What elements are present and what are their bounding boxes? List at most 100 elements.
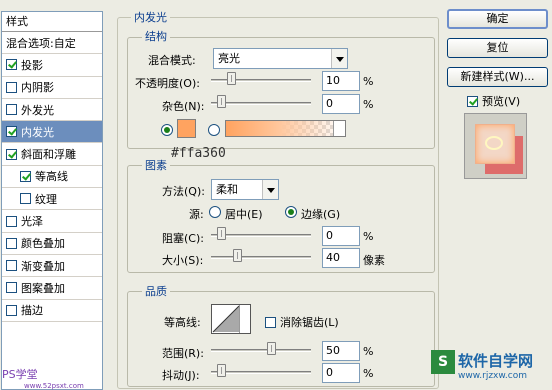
chevron-down-icon[interactable]	[239, 305, 250, 333]
style-item[interactable]: 投影	[2, 54, 102, 77]
style-item[interactable]: 外发光	[2, 99, 102, 122]
style-item-label: 渐变叠加	[21, 259, 65, 273]
choke-slider[interactable]	[211, 234, 311, 237]
style-item[interactable]: 图案叠加	[2, 277, 102, 300]
style-item-checkbox[interactable]	[6, 260, 17, 272]
choke-unit: %	[363, 230, 374, 243]
technique-value: 柔和	[216, 183, 238, 196]
choke-input[interactable]: 0	[322, 226, 360, 246]
style-item-label: 内阴影	[21, 81, 54, 95]
inner-glow-title: 内发光	[131, 9, 170, 25]
style-item[interactable]: 描边	[2, 300, 102, 322]
preview-toggle[interactable]: 预览(V)	[467, 93, 520, 109]
technique-select[interactable]: 柔和	[211, 179, 279, 200]
styles-header[interactable]: 样式	[2, 12, 102, 32]
style-item-label: 投影	[21, 58, 43, 72]
gradient-radio[interactable]	[208, 124, 220, 136]
style-item[interactable]: 内发光	[2, 121, 102, 144]
jitter-unit: %	[363, 367, 374, 380]
style-item[interactable]: 内阴影	[2, 77, 102, 99]
style-item[interactable]: 渐变叠加	[2, 255, 102, 278]
style-item-checkbox[interactable]	[6, 237, 17, 249]
style-item-checkbox[interactable]	[6, 282, 17, 294]
choke-slider-thumb[interactable]	[217, 227, 226, 240]
color-radio[interactable]	[161, 124, 173, 136]
style-item-checkbox[interactable]	[6, 215, 17, 227]
source-center-label[interactable]: 居中(E)	[225, 206, 263, 222]
reset-button[interactable]: 复位	[447, 38, 548, 58]
blend-mode-select[interactable]: 亮光	[213, 48, 348, 69]
style-item-label: 外发光	[21, 103, 54, 117]
anti-alias-check[interactable]	[265, 316, 276, 328]
range-slider-thumb[interactable]	[267, 342, 276, 355]
source-label: 源:	[189, 208, 204, 221]
anti-alias-checkbox[interactable]: 消除锯齿(L)	[265, 314, 339, 330]
style-item[interactable]: 光泽	[2, 210, 102, 233]
source-center-radio[interactable]	[209, 206, 221, 218]
color-swatch[interactable]	[177, 119, 196, 138]
opacity-slider[interactable]	[211, 79, 311, 82]
style-item-label: 描边	[21, 304, 43, 318]
opacity-input[interactable]: 10	[322, 71, 360, 91]
watermark-right-url: www.rjzxw.com	[458, 371, 527, 381]
elements-title: 图素	[142, 157, 170, 173]
style-item-checkbox[interactable]	[6, 126, 17, 138]
style-item[interactable]: 斜面和浮雕	[2, 143, 102, 166]
watermark-left: PS学堂 www.52psxt.com	[2, 366, 84, 390]
style-item-label: 内发光	[21, 125, 54, 139]
watermark-right: S 软件自学网 www.rjzxw.com	[431, 350, 533, 381]
size-input[interactable]: 40	[322, 248, 360, 268]
style-item[interactable]: 纹理	[2, 188, 102, 211]
noise-slider[interactable]	[211, 102, 311, 105]
style-item[interactable]: 等高线	[2, 166, 102, 189]
source-edge-radio[interactable]	[285, 206, 297, 218]
anti-alias-label[interactable]: 消除锯齿(L)	[280, 314, 339, 330]
noise-input[interactable]: 0	[322, 94, 360, 114]
ok-button[interactable]: 确定	[447, 9, 548, 29]
styles-list: 样式 混合选项:自定投影内阴影外发光内发光斜面和浮雕等高线纹理光泽颜色叠加渐变叠…	[1, 11, 103, 390]
opacity-label: 不透明度(O):	[135, 77, 200, 90]
jitter-input[interactable]: 0	[322, 363, 360, 383]
choke-label: 阻塞(C):	[162, 232, 204, 245]
style-item-label: 混合选项:自定	[6, 36, 76, 50]
logo-icon: S	[431, 350, 455, 374]
preview-label[interactable]: 预览(V)	[482, 93, 520, 109]
contour-picker[interactable]	[211, 304, 251, 334]
style-item-checkbox[interactable]	[20, 170, 31, 182]
contour-label: 等高线:	[164, 316, 201, 329]
range-slider[interactable]	[211, 349, 311, 352]
range-input[interactable]: 50	[322, 341, 360, 361]
style-item-checkbox[interactable]	[6, 148, 17, 160]
opacity-slider-thumb[interactable]	[227, 72, 236, 85]
preview-highlight	[485, 136, 503, 150]
jitter-slider-thumb[interactable]	[217, 364, 226, 377]
gradient-picker[interactable]	[225, 120, 346, 137]
new-style-button[interactable]: 新建样式(W)...	[447, 67, 548, 87]
range-label: 范围(R):	[162, 347, 204, 360]
style-item[interactable]: 混合选项:自定	[2, 32, 102, 55]
style-item[interactable]: 颜色叠加	[2, 233, 102, 255]
watermark-right-title: 软件自学网	[458, 352, 534, 370]
size-slider[interactable]	[211, 256, 311, 259]
style-item-label: 光泽	[21, 215, 43, 229]
style-item-label: 等高线	[35, 170, 68, 184]
chevron-down-icon	[331, 49, 347, 68]
preview-check[interactable]	[467, 95, 478, 107]
size-slider-thumb[interactable]	[233, 249, 242, 262]
style-item-checkbox[interactable]	[6, 81, 17, 93]
watermark-left-url: www.52psxt.com	[24, 382, 84, 390]
style-item-checkbox[interactable]	[20, 193, 31, 205]
style-preview	[464, 113, 527, 179]
jitter-slider[interactable]	[211, 371, 311, 374]
style-item-label: 图案叠加	[21, 281, 65, 295]
jitter-label: 抖动(J):	[162, 369, 200, 382]
watermark-left-title: PS学堂	[2, 368, 38, 381]
source-edge-label[interactable]: 边缘(G)	[301, 206, 340, 222]
noise-slider-thumb[interactable]	[217, 95, 226, 108]
style-item-label: 纹理	[35, 192, 57, 206]
size-label: 大小(S):	[162, 254, 204, 267]
style-item-checkbox[interactable]	[6, 59, 17, 71]
style-item-checkbox[interactable]	[6, 104, 17, 116]
chevron-down-icon[interactable]	[333, 121, 345, 136]
style-item-checkbox[interactable]	[6, 304, 17, 316]
